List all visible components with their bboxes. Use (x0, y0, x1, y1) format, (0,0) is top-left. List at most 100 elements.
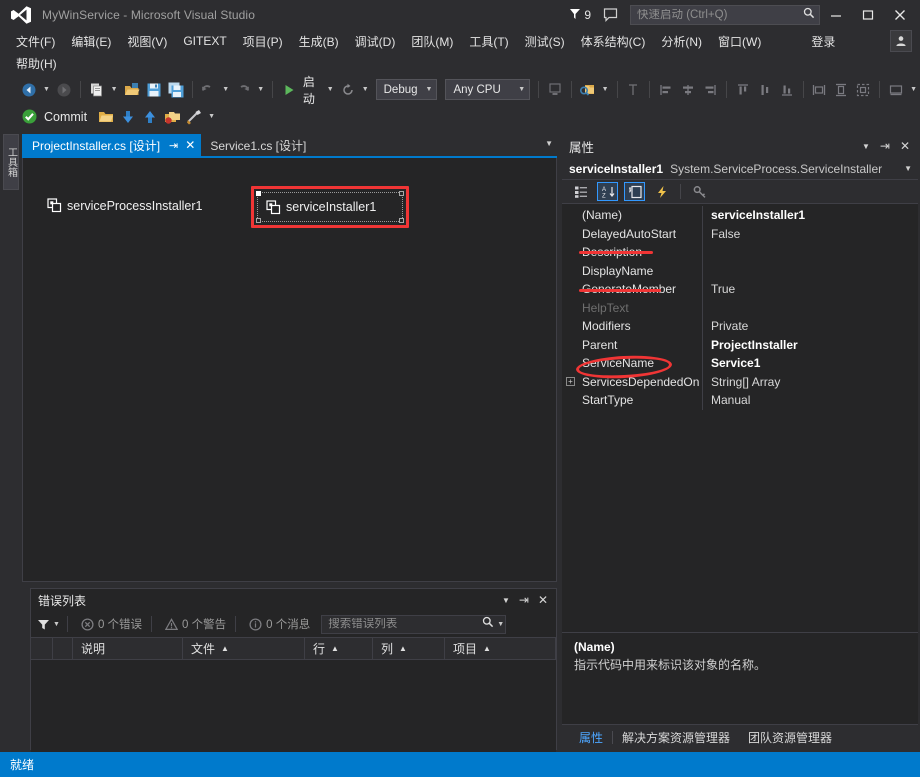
property-row-parent[interactable]: Parent ProjectInstaller (562, 336, 918, 355)
tab-team-explorer[interactable]: 团队资源管理器 (739, 729, 841, 746)
chevron-down-icon[interactable]: ▼ (862, 142, 870, 151)
property-value[interactable]: Manual (702, 391, 918, 410)
error-list-search-box[interactable]: ▼ (321, 615, 506, 634)
notifications-button[interactable]: 9 (569, 8, 591, 23)
pull-down-arrow-icon[interactable] (117, 106, 139, 128)
property-value[interactable]: String[] Array (702, 373, 918, 392)
column-description[interactable]: 说明 (73, 638, 183, 659)
column-column[interactable]: 列 ▲ (373, 638, 445, 659)
restart-dropdown[interactable]: ▼ (359, 86, 372, 93)
property-row-starttype[interactable]: StartType Manual (562, 391, 918, 410)
property-row-displayname[interactable]: DisplayName (562, 262, 918, 281)
property-row-modifiers[interactable]: Modifiers Private (562, 317, 918, 336)
chevron-down-icon[interactable]: ▼ (502, 596, 510, 605)
message-count-button[interactable]: 0 个消息 (244, 614, 315, 634)
start-dropdown[interactable]: ▼ (324, 86, 337, 93)
push-up-arrow-icon[interactable] (139, 106, 161, 128)
column-file[interactable]: 文件 ▲ (183, 638, 305, 659)
property-row-servicesdependedon[interactable]: + ServicesDependedOn String[] Array (562, 373, 918, 392)
align-center-icon[interactable] (677, 79, 699, 101)
component-designer-surface[interactable]: serviceProcessInstaller1 serviceInstalle… (22, 158, 557, 582)
chevron-down-icon[interactable]: ▼ (904, 164, 912, 173)
make-same-size-icon[interactable] (852, 79, 874, 101)
search-icon[interactable] (803, 6, 815, 24)
align-top-icon[interactable] (732, 79, 754, 101)
save-all-icon[interactable] (165, 79, 187, 101)
menu-item-project[interactable]: 项目(P) (235, 31, 291, 52)
stash-icon[interactable] (161, 106, 183, 128)
property-value[interactable]: False (702, 225, 918, 244)
property-value[interactable] (702, 299, 918, 318)
navigate-back-dropdown[interactable]: ▼ (40, 86, 53, 93)
redo-icon[interactable] (232, 79, 254, 101)
start-button-label[interactable]: 启动 (300, 73, 324, 107)
pin-icon[interactable]: ⇥ (880, 139, 890, 153)
navigate-back-icon[interactable] (18, 79, 40, 101)
close-icon[interactable]: ✕ (538, 593, 548, 607)
feedback-smiley-icon[interactable] (603, 8, 618, 22)
tab-properties[interactable]: 属性 (570, 729, 612, 746)
designer-component-serviceinstaller1[interactable]: serviceInstaller1 (257, 192, 403, 222)
events-lightning-icon[interactable] (651, 182, 672, 201)
resize-handle-bottom-right[interactable] (399, 218, 404, 223)
new-project-dropdown[interactable]: ▼ (108, 86, 121, 93)
attach-to-process-icon[interactable] (544, 79, 566, 101)
property-value[interactable]: ProjectInstaller (702, 336, 918, 355)
pin-icon[interactable]: ⇥ (169, 139, 178, 152)
menu-item-file[interactable]: 文件(F) (8, 31, 63, 52)
sign-in-button[interactable]: 登录 (803, 31, 843, 52)
error-list-rows[interactable] (31, 660, 556, 760)
categorized-icon[interactable] (570, 182, 591, 201)
align-bottom-icon[interactable] (776, 79, 798, 101)
close-icon[interactable]: ✕ (900, 139, 910, 153)
search-dropdown-icon[interactable]: ▼ (494, 621, 507, 628)
commit-check-icon[interactable] (18, 106, 40, 128)
undo-dropdown[interactable]: ▼ (219, 86, 232, 93)
navigate-forward-icon[interactable] (53, 79, 75, 101)
solution-configuration-combo[interactable]: Debug ▼ (376, 79, 438, 100)
property-row-generatemember[interactable]: GenerateMember True (562, 280, 918, 299)
property-value[interactable]: Service1 (702, 354, 918, 373)
redo-dropdown[interactable]: ▼ (254, 86, 267, 93)
search-icon[interactable] (482, 615, 494, 633)
menu-item-window[interactable]: 窗口(W) (710, 31, 769, 52)
make-same-width-icon[interactable] (808, 79, 830, 101)
menu-item-team[interactable]: 团队(M) (403, 31, 461, 52)
center-horizontally-icon[interactable] (885, 79, 907, 101)
error-list-search-input[interactable] (328, 618, 482, 630)
designer-component-serviceprocessinstaller1[interactable]: serviceProcessInstaller1 (47, 198, 202, 213)
save-icon[interactable] (143, 79, 165, 101)
tab-projectinstaller-cs[interactable]: ProjectInstaller.cs [设计] ⇥ ✕ (22, 134, 201, 156)
filter-dropdown-icon[interactable]: ▼ (50, 621, 63, 628)
property-value[interactable] (702, 243, 918, 262)
property-row-helptext[interactable]: HelpText (562, 299, 918, 318)
align-middle-icon[interactable] (754, 79, 776, 101)
toolbar-overflow-icon[interactable]: ▼ (907, 86, 920, 93)
property-row-servicename[interactable]: ServiceName Service1 (562, 354, 918, 373)
pin-icon[interactable]: ⇥ (519, 593, 529, 607)
property-grid[interactable]: (Name) serviceInstaller1 DelayedAutoStar… (562, 204, 918, 644)
toolbar-overflow-icon[interactable]: ▼ (205, 113, 218, 120)
expander-icon[interactable]: + (566, 377, 575, 386)
warning-count-button[interactable]: 0 个警告 (160, 614, 231, 634)
chevron-down-icon[interactable]: ▼ (545, 139, 553, 148)
property-pages-key-icon[interactable] (689, 182, 710, 201)
filter-icon[interactable] (37, 618, 50, 631)
align-left-icon[interactable] (655, 79, 677, 101)
solution-platform-combo[interactable]: Any CPU ▼ (445, 79, 530, 100)
property-value[interactable]: Private (702, 317, 918, 336)
find-in-files-icon[interactable] (577, 79, 599, 101)
align-right-icon[interactable] (699, 79, 721, 101)
property-value[interactable]: True (702, 280, 918, 299)
undo-icon[interactable] (197, 79, 219, 101)
alphabetical-sort-icon[interactable]: A Z (597, 182, 618, 201)
menu-item-build[interactable]: 生成(B) (291, 31, 347, 52)
menu-item-debug[interactable]: 调试(D) (347, 31, 404, 52)
properties-object-selector[interactable]: serviceInstaller1 System.ServiceProcess.… (562, 158, 918, 180)
menu-item-help[interactable]: 帮助(H) (8, 53, 65, 74)
tab-solution-explorer[interactable]: 解决方案资源管理器 (613, 729, 739, 746)
commit-button-label[interactable]: Commit (44, 110, 87, 124)
property-value[interactable] (702, 262, 918, 281)
property-value[interactable]: serviceInstaller1 (702, 206, 918, 225)
new-project-icon[interactable] (86, 79, 108, 101)
